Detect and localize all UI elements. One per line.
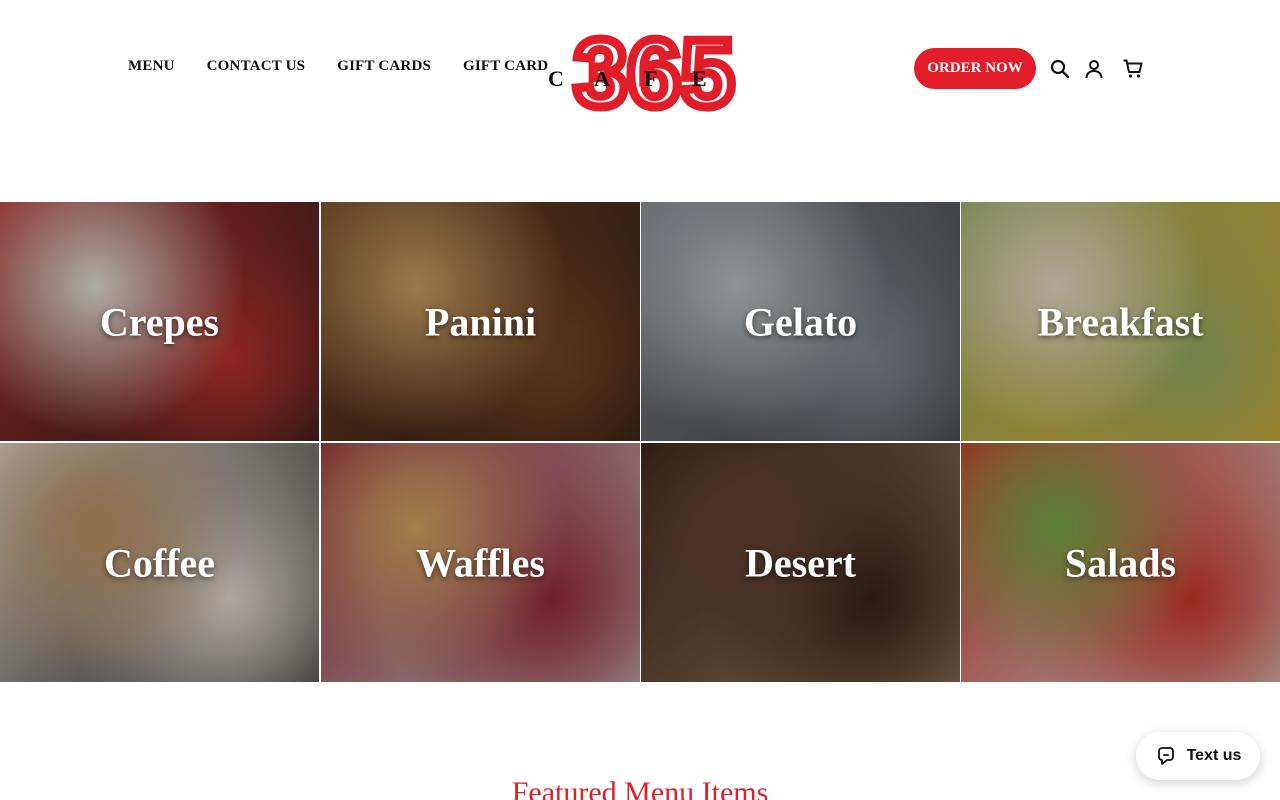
- site-header: MENU CONTACT US GIFT CARDS GIFT CARD 365…: [0, 0, 1280, 135]
- logo-letter-e: E: [692, 66, 707, 91]
- category-label: Panini: [424, 299, 537, 344]
- logo-letter-f: F: [644, 66, 657, 91]
- order-now-button[interactable]: ORDER NOW: [914, 48, 1036, 89]
- text-us-label: Text us: [1186, 747, 1242, 764]
- chat-icon: [1157, 747, 1174, 765]
- category-label: Waffles: [416, 540, 545, 585]
- header-actions: ORDER NOW: [914, 48, 1146, 89]
- category-label: Salads: [1064, 540, 1177, 585]
- category-tile-salads[interactable]: Salads: [961, 443, 1280, 682]
- main-nav: MENU CONTACT US GIFT CARDS GIFT CARD: [128, 58, 548, 75]
- category-tile-desert[interactable]: Desert: [641, 443, 960, 682]
- category-grid: Crepes Panini Gelato Breakfast Coffee Waffles…: [0, 202, 1280, 682]
- category-label: Crepes: [99, 299, 220, 344]
- nav-item-menu[interactable]: MENU: [128, 58, 175, 75]
- category-label: Gelato: [743, 299, 858, 344]
- nav-item-gift-card[interactable]: GIFT CARD: [463, 58, 548, 75]
- category-label: Breakfast: [1037, 299, 1204, 344]
- nav-item-contact-us[interactable]: CONTACT US: [207, 58, 306, 75]
- category-tile-breakfast[interactable]: Breakfast: [961, 202, 1280, 441]
- category-tile-waffles[interactable]: Waffles: [321, 443, 640, 682]
- nav-item-gift-cards[interactable]: GIFT CARDS: [337, 58, 431, 75]
- account-icon[interactable]: [1081, 56, 1107, 82]
- logo-letter-a: A: [594, 66, 610, 91]
- cafe-365-logo[interactable]: 365 C A F E: [546, 20, 736, 115]
- logo-graphic: 365 C A F E: [548, 20, 736, 115]
- logo-letter-c: C: [548, 66, 564, 91]
- category-label: Desert: [744, 540, 857, 585]
- category-tile-panini[interactable]: Panini: [321, 202, 640, 441]
- search-icon[interactable]: [1047, 56, 1073, 82]
- cart-icon[interactable]: [1120, 56, 1146, 82]
- category-label: Coffee: [103, 540, 216, 585]
- featured-menu-heading: Featured Menu Items: [511, 776, 769, 800]
- category-tile-gelato[interactable]: Gelato: [641, 202, 960, 441]
- category-tile-coffee[interactable]: Coffee: [0, 443, 319, 682]
- category-tile-crepes[interactable]: Crepes: [0, 202, 319, 441]
- text-us-button[interactable]: Text us: [1136, 732, 1260, 780]
